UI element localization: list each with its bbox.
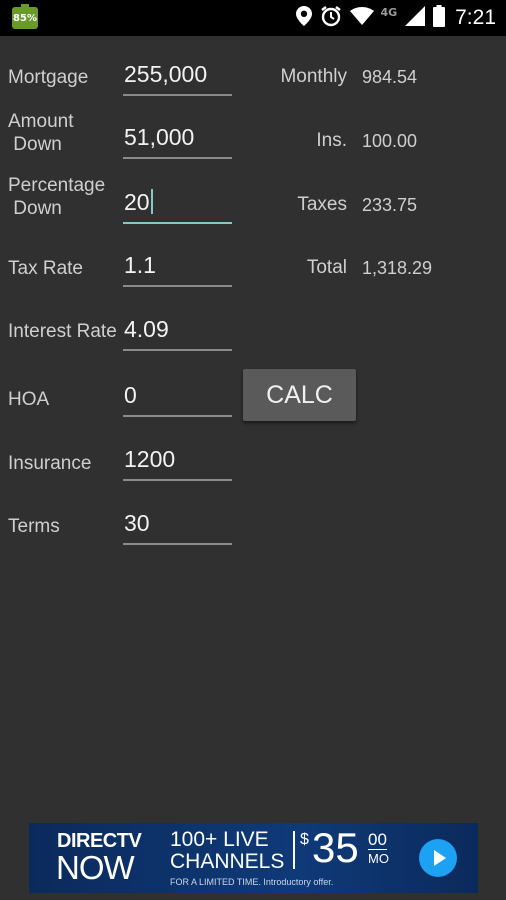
- percentage-down-input[interactable]: 20: [123, 186, 232, 224]
- tax-rate-label: Tax Rate: [8, 258, 83, 279]
- network-type-label: 4G: [380, 5, 398, 19]
- percentage-down-value: 20: [124, 189, 153, 216]
- status-icons: 4G 7:21: [288, 0, 496, 36]
- status-bar: 85% 4G 7:21: [0, 0, 506, 36]
- taxes-label: Taxes: [297, 194, 347, 215]
- ad-per-month: MO: [368, 851, 389, 866]
- play-icon[interactable]: [419, 839, 457, 877]
- mortgage-value: 255,000: [124, 61, 208, 87]
- battery-icon: [433, 5, 446, 31]
- percentage-down-label: Percentage Down: [8, 175, 106, 219]
- hoa-input[interactable]: 0: [123, 379, 232, 417]
- ins-value: 100.00: [362, 131, 418, 151]
- terms-input[interactable]: 30: [123, 507, 232, 545]
- tax-rate-input[interactable]: 1.1: [123, 249, 232, 287]
- insurance-input[interactable]: 1200: [123, 443, 232, 481]
- ad-cents: 00: [368, 830, 387, 850]
- mortgage-input[interactable]: 255,000: [123, 58, 232, 96]
- hoa-label: HOA: [8, 389, 50, 410]
- insurance-label: Insurance: [8, 453, 92, 474]
- ins-label: Ins.: [316, 130, 347, 151]
- amount-down-input[interactable]: 51,000: [123, 121, 232, 159]
- text-cursor: [150, 189, 153, 214]
- alarm-icon: [320, 5, 342, 31]
- clock: 7:21: [455, 6, 496, 29]
- total-value: 1,318.29: [362, 258, 433, 278]
- total-label: Total: [306, 257, 347, 278]
- wifi-icon: [350, 7, 375, 29]
- interest-rate-value: 4.09: [124, 316, 169, 342]
- mortgage-label: Mortgage: [8, 67, 89, 88]
- terms-value: 30: [124, 510, 150, 536]
- ad-brand-sub: NOW: [56, 849, 135, 886]
- battery-saver-icon: 85%: [12, 4, 38, 29]
- hoa-value: 0: [124, 382, 137, 408]
- ad-banner[interactable]: DIRECTV NOW 100+ LIVE CHANNELS $ 35 00 M…: [29, 823, 478, 893]
- insurance-value: 1200: [124, 446, 176, 472]
- monthly-value: 984.54: [362, 67, 418, 87]
- interest-rate-input[interactable]: 4.09: [123, 313, 232, 351]
- tax-rate-value: 1.1: [124, 252, 156, 278]
- monthly-label: Monthly: [280, 66, 347, 87]
- ad-dollar-sign: $: [300, 831, 309, 848]
- terms-label: Terms: [8, 516, 60, 537]
- ad-divider: [293, 831, 295, 869]
- amount-down-label: Amount Down: [8, 111, 74, 155]
- calc-button[interactable]: CALC: [243, 369, 356, 421]
- ad-brand: DIRECTV: [57, 830, 142, 852]
- interest-rate-label: Interest Rate: [8, 321, 117, 342]
- ad-fine-print: FOR A LIMITED TIME. Introductory offer.: [170, 877, 334, 887]
- ad-price: 35: [312, 824, 359, 871]
- ad-headline: 100+ LIVE CHANNELS: [170, 828, 285, 873]
- amount-down-value: 51,000: [124, 124, 195, 150]
- location-icon: [296, 6, 313, 30]
- taxes-value: 233.75: [362, 195, 418, 215]
- signal-icon: [405, 6, 426, 30]
